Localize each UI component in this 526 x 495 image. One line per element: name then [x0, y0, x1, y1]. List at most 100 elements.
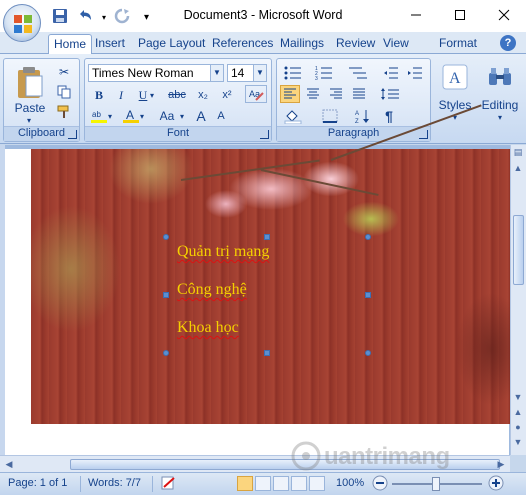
- ribbon-tabs: Home Insert Page Layout References Maili…: [0, 32, 526, 55]
- office-button[interactable]: [3, 4, 41, 42]
- branch-shape: [260, 169, 379, 196]
- justify-icon[interactable]: [349, 85, 369, 103]
- svg-text:A: A: [449, 70, 461, 87]
- show-formatting-button[interactable]: ¶: [379, 107, 399, 125]
- shrink-font-button[interactable]: A: [211, 107, 231, 125]
- vertical-scrollbar[interactable]: ▤ ▲ ▼ ▲ ● ▼: [510, 145, 526, 455]
- full-screen-reading-icon[interactable]: [255, 476, 271, 491]
- font-name-field[interactable]: Times New Roman ▼: [88, 64, 224, 82]
- previous-page-icon[interactable]: ▲: [511, 407, 525, 417]
- cut-icon[interactable]: ✂: [54, 63, 74, 81]
- tab-mailings[interactable]: Mailings: [275, 34, 329, 55]
- align-center-icon[interactable]: [303, 85, 323, 103]
- tab-home[interactable]: Home: [48, 34, 93, 55]
- undo-dropdown-icon[interactable]: ▾: [102, 13, 106, 22]
- paste-button[interactable]: Paste: [8, 101, 52, 115]
- maximize-button[interactable]: [438, 0, 482, 30]
- grow-font-button[interactable]: A: [191, 107, 211, 125]
- svg-text:Z: Z: [355, 119, 359, 124]
- tab-view[interactable]: View: [378, 34, 414, 55]
- resize-handle-top-right[interactable]: [365, 234, 371, 240]
- window-controls: [394, 0, 526, 30]
- styles-icon[interactable]: A: [440, 62, 470, 92]
- clipboard-launcher-icon[interactable]: [68, 130, 77, 139]
- help-icon[interactable]: ?: [500, 35, 516, 51]
- paragraph-launcher-icon[interactable]: [419, 130, 428, 139]
- minimize-button[interactable]: [394, 0, 438, 30]
- web-layout-icon[interactable]: [273, 476, 289, 491]
- undo-icon[interactable]: [76, 8, 94, 27]
- resize-handle-top-left[interactable]: [163, 234, 169, 240]
- font-color-dropdown-icon[interactable]: ▾: [137, 107, 147, 125]
- print-layout-view-icon[interactable]: [237, 476, 253, 491]
- tab-page-layout[interactable]: Page Layout: [133, 34, 210, 55]
- bold-button[interactable]: B: [89, 86, 109, 104]
- align-left-icon[interactable]: [280, 85, 300, 103]
- editing-button[interactable]: Editing: [477, 98, 523, 112]
- font-launcher-icon[interactable]: [260, 130, 269, 139]
- bullets-icon[interactable]: [280, 64, 306, 82]
- format-painter-icon[interactable]: [54, 103, 74, 121]
- scroll-down-icon[interactable]: ▼: [511, 392, 525, 402]
- subscript-button[interactable]: x₂: [193, 86, 213, 104]
- font-size-field[interactable]: 14 ▼: [227, 64, 267, 82]
- text-line[interactable]: Khoa học: [177, 319, 239, 337]
- font-name-value: Times New Roman: [92, 66, 194, 80]
- paste-dropdown-icon[interactable]: ▾: [22, 115, 36, 125]
- decrease-indent-icon[interactable]: [381, 64, 401, 82]
- vertical-scroll-thumb[interactable]: [513, 215, 524, 285]
- resize-handle-top[interactable]: [264, 234, 270, 240]
- save-icon[interactable]: [52, 8, 68, 27]
- multilevel-list-icon[interactable]: [343, 64, 373, 82]
- shading-icon[interactable]: [280, 107, 306, 125]
- resize-handle-left[interactable]: [163, 292, 169, 298]
- underline-dropdown-icon[interactable]: ▾: [147, 86, 157, 104]
- change-case-button[interactable]: Aa: [155, 107, 179, 125]
- align-right-icon[interactable]: [326, 85, 346, 103]
- resize-handle-bottom[interactable]: [264, 350, 270, 356]
- tab-references[interactable]: References: [207, 34, 278, 55]
- tab-review[interactable]: Review: [331, 34, 380, 55]
- font-name-dropdown-icon[interactable]: ▼: [210, 65, 223, 81]
- font-size-dropdown-icon[interactable]: ▼: [253, 65, 266, 81]
- close-button[interactable]: [482, 0, 526, 30]
- line-spacing-icon[interactable]: [377, 85, 403, 103]
- clear-formatting-icon[interactable]: Aa: [245, 85, 267, 103]
- highlight-dropdown-icon[interactable]: ▾: [105, 107, 115, 125]
- separator: [152, 476, 153, 492]
- word-count[interactable]: Words: 7/7: [88, 477, 141, 489]
- ruler-toggle-icon[interactable]: ▤: [511, 147, 525, 158]
- customize-qat-icon[interactable]: ▾: [144, 12, 149, 23]
- paragraph-label: Paragraph: [277, 126, 430, 141]
- numbering-icon[interactable]: 123: [311, 64, 337, 82]
- office-logo-icon: [14, 15, 32, 33]
- resize-handle-bottom-left[interactable]: [163, 350, 169, 356]
- editing-dropdown-icon[interactable]: ▾: [477, 112, 523, 122]
- superscript-button[interactable]: x²: [217, 86, 237, 104]
- font-size-value: 14: [231, 66, 245, 80]
- proofing-icon[interactable]: [160, 475, 178, 494]
- borders-icon[interactable]: [317, 107, 343, 125]
- sort-icon[interactable]: AZ: [353, 107, 373, 125]
- text-line[interactable]: Quản trị mạng: [177, 243, 269, 261]
- paragraph-group: 123 AZ ¶ Paragraph: [276, 58, 431, 142]
- tab-format[interactable]: Format: [434, 34, 482, 55]
- copy-icon[interactable]: [54, 83, 74, 101]
- tab-insert[interactable]: Insert: [90, 34, 130, 55]
- increase-indent-icon[interactable]: [405, 64, 425, 82]
- binoculars-icon[interactable]: [485, 62, 515, 92]
- italic-button[interactable]: I: [111, 86, 131, 104]
- scroll-up-icon[interactable]: ▲: [511, 163, 525, 173]
- svg-text:uantrimang: uantrimang: [324, 443, 450, 470]
- svg-text:A: A: [126, 108, 134, 122]
- text-line[interactable]: Công nghệ: [177, 281, 247, 299]
- strikethrough-button[interactable]: abc: [167, 86, 187, 104]
- change-case-dropdown-icon[interactable]: ▾: [177, 107, 187, 125]
- page-count[interactable]: Page: 1 of 1: [8, 477, 67, 489]
- redo-icon[interactable]: [114, 8, 130, 27]
- resize-handle-right[interactable]: [365, 292, 371, 298]
- browse-object-icon[interactable]: ●: [511, 422, 525, 432]
- resize-handle-bottom-right[interactable]: [365, 350, 371, 356]
- paste-icon[interactable]: [10, 63, 50, 103]
- scroll-left-icon[interactable]: ◀: [2, 459, 16, 470]
